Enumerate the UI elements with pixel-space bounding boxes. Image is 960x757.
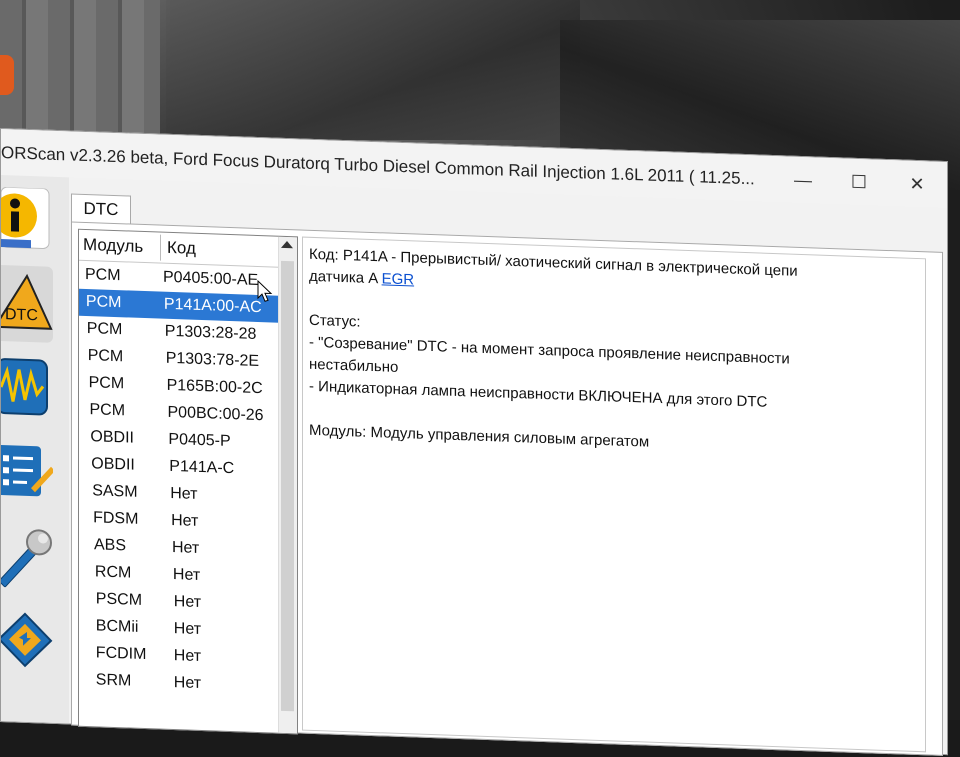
toolbar-oscilloscope-button[interactable] <box>1 349 53 427</box>
status-label: Статус: <box>309 311 361 331</box>
dtc-row-code: P00BC:00-26 <box>167 403 264 425</box>
dtc-row-module: ABS <box>94 536 127 555</box>
dtc-row-code: Нет <box>173 593 202 612</box>
wallpaper-rock <box>160 0 580 140</box>
dtc-row-code: Нет <box>173 674 202 693</box>
status-maturation-cont: нестабильно <box>309 355 399 376</box>
dtc-row-code: P141A-C <box>169 457 235 478</box>
dtc-row-module: PCM <box>89 401 126 420</box>
window-title: ORScan v2.3.26 beta, Ford Focus Duratorq… <box>1 143 755 189</box>
checklist-icon <box>1 445 53 497</box>
toolbar-wrench-button[interactable] <box>1 517 53 595</box>
dtc-row-module: PCM <box>85 265 121 285</box>
toolbar-chip-button[interactable] <box>1 601 53 679</box>
dtc-row-code: Нет <box>171 511 199 530</box>
dtc-detail-pane: Код: P141A - Прерывистый/ хаотический си… <box>302 236 926 753</box>
dtc-row-module: FDSM <box>93 509 139 528</box>
app-window: ORScan v2.3.26 beta, Ford Focus Duratorq… <box>0 128 948 756</box>
detail-code-line-2: датчика A EGR <box>309 266 414 292</box>
dtc-icon-label: DTC <box>5 306 38 324</box>
dtc-row-module: PCM <box>86 320 123 339</box>
dtc-row-module: PCM <box>87 347 124 366</box>
egr-link[interactable]: EGR <box>382 270 415 288</box>
column-header-module[interactable]: Модуль <box>83 235 143 257</box>
dtc-row-code: P1303:28-28 <box>164 322 257 343</box>
dtc-row-module: PSCM <box>95 590 143 609</box>
status-mil-on: - Индикаторная лампа неисправности ВКЛЮЧ… <box>309 377 768 411</box>
toolbar-dtc-button[interactable]: DTC <box>1 265 53 343</box>
dtc-row-module: SRM <box>95 671 132 690</box>
minimize-button[interactable]: — <box>791 169 815 192</box>
dtc-row-module: OBDII <box>90 428 134 447</box>
dtc-row-module: RCM <box>94 563 132 582</box>
dtc-row-code: P1303:78-2E <box>165 349 260 371</box>
tab-dtc[interactable]: DTC <box>71 193 131 225</box>
dtc-row-code: Нет <box>172 566 201 584</box>
toolbar-info-button[interactable] <box>1 181 53 259</box>
dtc-row-module: OBDII <box>91 455 135 474</box>
wallpaper-wood <box>0 0 170 140</box>
dtc-row-code: P0405:00-AE <box>163 268 259 290</box>
info-icon <box>1 187 50 250</box>
dtc-row-code: P165B:00-2C <box>166 376 263 398</box>
scroll-up-icon[interactable] <box>281 240 293 249</box>
dtc-row-code: P0405-P <box>168 430 231 451</box>
tab-content: Модуль Код PCM P0405:00-AE PCM P141A:00-AC P… <box>71 221 943 756</box>
close-button[interactable]: ✕ <box>905 173 929 196</box>
dtc-row-module: BCMii <box>95 617 139 636</box>
dtc-row-module: SASM <box>92 482 138 501</box>
dtc-row-code: Нет <box>173 620 202 639</box>
module-line: Модуль: Модуль управления силовым агрега… <box>309 421 650 451</box>
dtc-row-code: Нет <box>173 647 202 666</box>
maximize-button[interactable]: ☐ <box>847 171 871 194</box>
dtc-row[interactable]: SRM Нет <box>79 667 279 701</box>
scroll-thumb[interactable] <box>281 260 294 712</box>
dtc-row-code: Нет <box>172 539 200 557</box>
column-separator[interactable] <box>160 234 161 261</box>
dtc-row-module: PCM <box>85 292 122 312</box>
oscilloscope-icon <box>1 358 48 416</box>
dtc-row-code: Нет <box>170 484 198 503</box>
toolbar-checklist-button[interactable] <box>1 433 53 511</box>
column-header-code[interactable]: Код <box>167 238 196 259</box>
dtc-row-module: PCM <box>88 374 125 393</box>
detail-code-text: датчика A <box>309 267 382 288</box>
dtc-list[interactable]: Модуль Код PCM P0405:00-AE PCM P141A:00-AC P… <box>78 228 298 735</box>
dtc-row-module: FCDIM <box>95 644 147 664</box>
dtc-row-code: P141A:00-AC <box>163 295 262 317</box>
wrench-icon <box>1 529 52 588</box>
left-toolbar: DTC <box>1 175 69 724</box>
list-scrollbar[interactable] <box>278 236 297 734</box>
desktop-app-icon[interactable] <box>0 55 14 95</box>
dtc-icon: DTC <box>1 273 53 330</box>
chip-icon <box>1 612 53 668</box>
mouse-cursor-icon <box>257 279 273 302</box>
